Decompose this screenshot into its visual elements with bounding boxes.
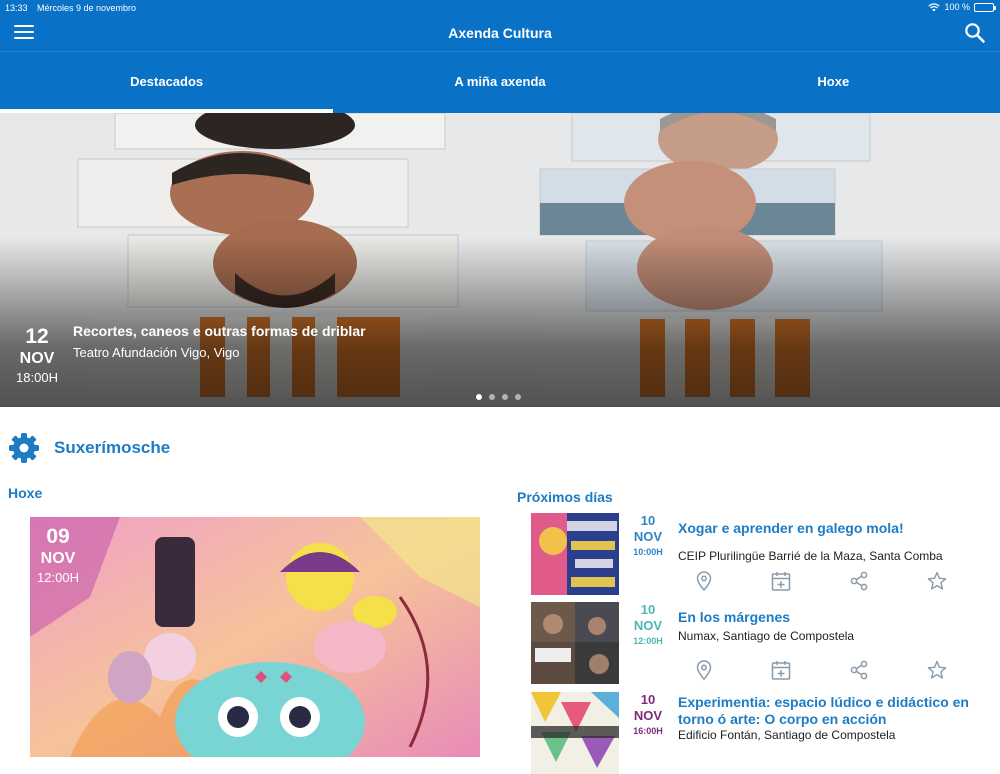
share-icon[interactable] [848,659,870,681]
today-event-day: 09 [46,525,70,548]
status-bar: 13:33 Mércoles 9 de novembro 100 % [0,0,1000,16]
event-time: 16:00H [633,726,663,736]
today-event-month: NOV [40,550,76,567]
status-time: 13:33 [5,3,28,13]
list-item: 10 NOV 16:00H Experimentia: espacio lúdi… [531,692,991,774]
event-venue: Edificio Fontán, Santiago de Compostela [678,728,896,742]
search-button[interactable] [964,22,986,44]
gear-icon [9,433,39,463]
event-actions [691,659,951,681]
event-actions [691,570,951,592]
star-icon[interactable] [926,570,948,592]
featured-venue: Teatro Afundación Vigo, Vigo [73,345,240,360]
share-icon[interactable] [848,570,870,592]
featured-overlay [0,237,1000,407]
event-day: 10 [640,513,656,528]
carousel-dots [476,394,521,400]
carousel-dot[interactable] [476,394,482,400]
map-pin-icon[interactable] [693,570,715,592]
event-date: 10 NOV 16:00H [627,692,669,739]
event-month: NOV [633,618,663,633]
today-event-image [30,517,480,757]
event-day: 10 [640,692,656,707]
battery-icon [974,2,996,12]
featured-time: 18:00H [16,370,58,385]
calendar-add-icon[interactable] [770,659,792,681]
status-date: Mércoles 9 de novembro [37,3,137,13]
today-event-date: 09 NOV 12:00H [36,525,80,587]
wifi-icon [928,2,941,11]
event-thumbnail[interactable] [531,692,619,774]
featured-day: 12 [25,325,49,348]
suggestions-title: Suxerímosche [54,438,171,457]
app-title: Axenda Cultura [448,25,552,41]
tab-bar: Destacados A miña axenda Hoxe [0,52,1000,113]
search-icon [965,23,985,43]
today-event-time: 12:00H [37,570,79,585]
event-month: NOV [633,529,663,544]
carousel-dot[interactable] [502,394,508,400]
event-venue: CEIP Plurilingüe Barrié de la Maza, Sant… [678,549,943,563]
event-time: 12:00H [633,636,663,646]
featured-month: NOV [19,350,55,367]
event-month: NOV [633,708,663,723]
event-time: 10:00H [633,547,663,557]
today-event-card[interactable]: 09 NOV 12:00H [30,517,480,757]
event-title[interactable]: Experimentia: espacio lúdico e didáctico… [678,694,978,728]
list-item: 10 NOV 10:00H Xogar e aprender en galego… [531,513,991,598]
tab-a-mina-axenda[interactable]: A miña axenda [333,52,666,113]
event-title[interactable]: En los márgenes [678,609,978,626]
featured-date: 12 NOV 18:00H [12,325,62,387]
calendar-add-icon[interactable] [770,570,792,592]
carousel-dot[interactable] [489,394,495,400]
app-bar: Axenda Cultura [0,16,1000,52]
map-pin-icon[interactable] [693,659,715,681]
event-date: 10 NOV 12:00H [627,602,669,649]
event-thumbnail[interactable] [531,602,619,684]
featured-info[interactable]: Recortes, caneos e outras formas de drib… [73,323,366,360]
event-day: 10 [640,602,656,617]
suggestions-header: Suxerímosche [8,432,170,464]
star-icon[interactable] [926,659,948,681]
app-header: 13:33 Mércoles 9 de novembro 100 % Axend… [0,0,1000,113]
battery-percent: 100 % [944,2,970,12]
event-title[interactable]: Xogar e aprender en galego mola! [678,520,978,537]
tab-hoxe[interactable]: Hoxe [667,52,1000,113]
featured-carousel[interactable]: 12 NOV 18:00H Recortes, caneos e outras … [0,113,1000,407]
carousel-dot[interactable] [515,394,521,400]
upcoming-heading: Próximos días [517,489,613,505]
event-thumbnail[interactable] [531,513,619,595]
event-venue: Numax, Santiago de Compostela [678,629,855,643]
tab-destacados[interactable]: Destacados [0,52,334,113]
event-date: 10 NOV 10:00H [627,513,669,560]
featured-title[interactable]: Recortes, caneos e outras formas de drib… [73,323,366,339]
status-right: 100 % [928,2,996,12]
list-item: 10 NOV 12:00H En los márgenes Numax, San… [531,602,991,687]
today-heading: Hoxe [8,485,43,501]
